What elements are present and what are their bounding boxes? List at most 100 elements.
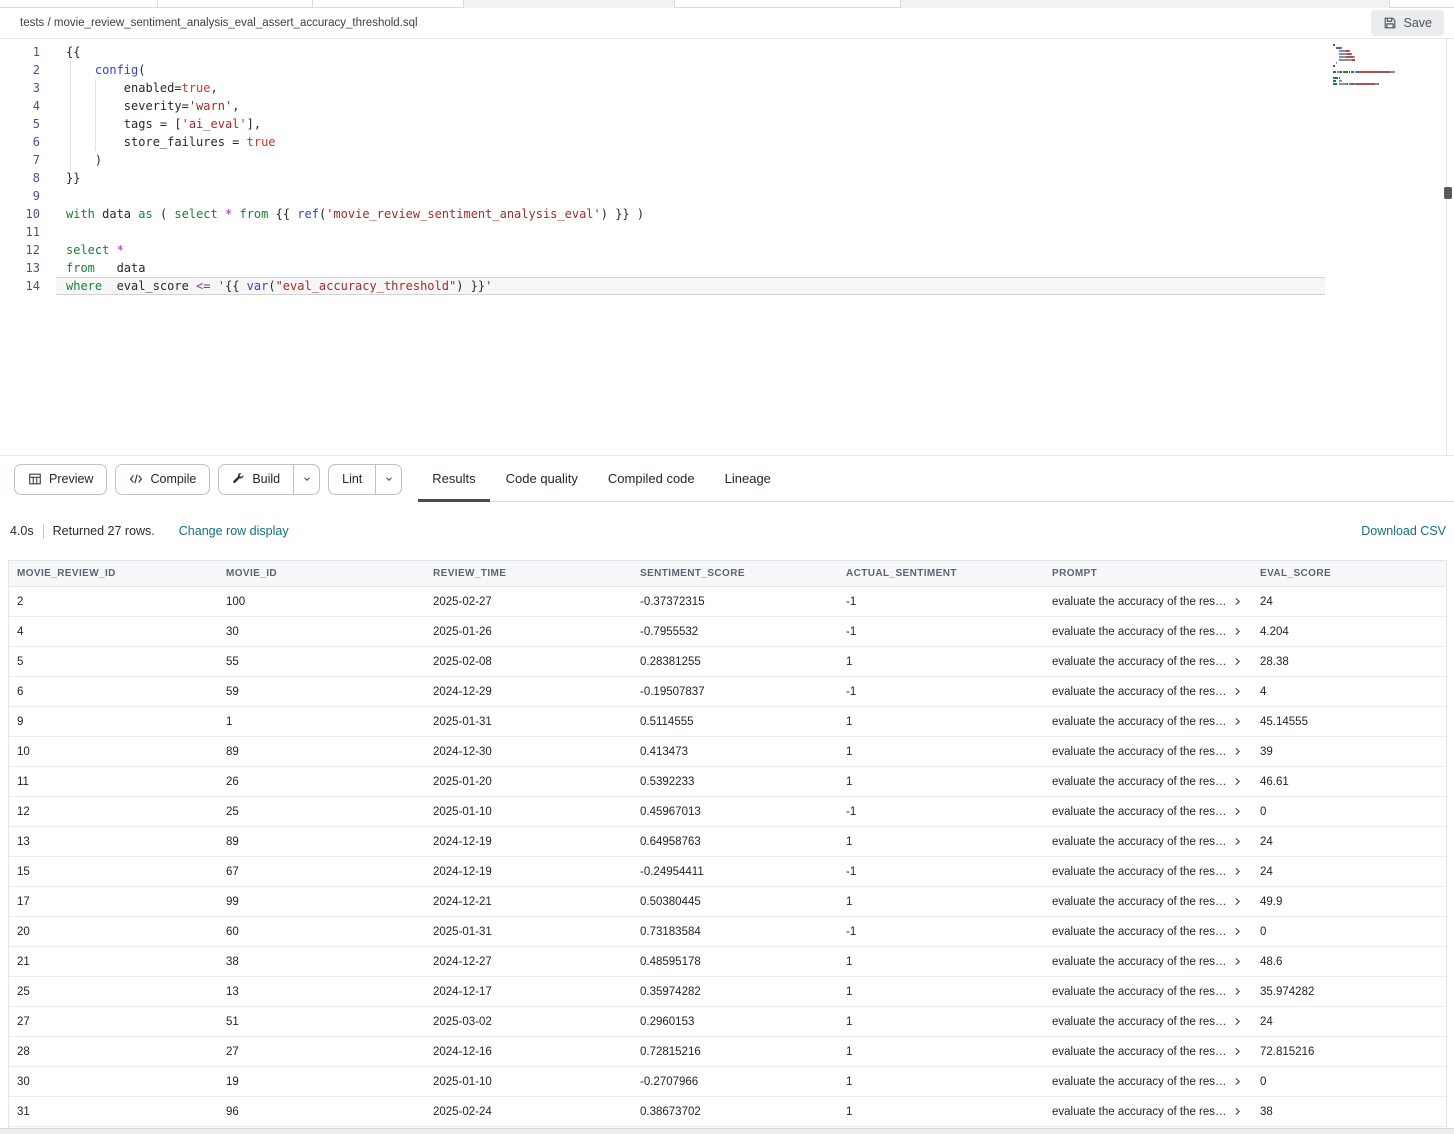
prompt-expand-icon[interactable] — [1233, 1047, 1242, 1056]
column-header-review-time: REVIEW_TIME — [425, 568, 632, 579]
prompt-preview-text: evaluate the accuracy of the res… — [1052, 1046, 1227, 1058]
build-dropdown-button[interactable] — [293, 465, 319, 494]
prompt-expand-icon[interactable] — [1233, 1077, 1242, 1086]
tab-code-quality[interactable]: Code quality — [492, 456, 592, 501]
code-line[interactable]: 11 — [0, 223, 1454, 241]
cell-eval-score: 4 — [1252, 686, 1447, 698]
minimap-line — [1333, 53, 1439, 55]
minimap-line — [1333, 71, 1439, 73]
cell-movie-id: 25 — [218, 806, 425, 818]
lint-dropdown-button[interactable] — [375, 465, 401, 494]
line-number: 2 — [0, 61, 40, 79]
prompt-expand-icon[interactable] — [1233, 897, 1242, 906]
code-text: severity='warn', — [40, 97, 239, 115]
cell-prompt: evaluate the accuracy of the res… — [1044, 1046, 1252, 1058]
line-number: 11 — [0, 223, 40, 241]
prompt-expand-icon[interactable] — [1233, 987, 1242, 996]
cell-prompt: evaluate the accuracy of the res… — [1044, 956, 1252, 968]
prompt-expand-icon[interactable] — [1233, 627, 1242, 636]
cell-movie-id: 30 — [218, 626, 425, 638]
prompt-expand-icon[interactable] — [1233, 597, 1242, 606]
prompt-preview-text: evaluate the accuracy of the res… — [1052, 986, 1227, 998]
cell-eval-score: 28.38 — [1252, 656, 1447, 668]
prompt-expand-icon[interactable] — [1233, 927, 1242, 936]
cell-review-time: 2025-01-26 — [425, 626, 632, 638]
cell-review-time: 2024-12-27 — [425, 956, 632, 968]
horizontal-scrollbar[interactable] — [0, 1128, 1454, 1134]
code-text: where eval_score <= '{{ var("eval_accura… — [40, 277, 492, 295]
prompt-expand-icon[interactable] — [1233, 777, 1242, 786]
editor-scrollbar-thumb[interactable] — [1444, 187, 1452, 199]
download-csv-link[interactable]: Download CSV — [1361, 524, 1446, 538]
change-row-display-link[interactable]: Change row display — [179, 524, 289, 538]
prompt-expand-icon[interactable] — [1233, 807, 1242, 816]
cell-prompt: evaluate the accuracy of the res… — [1044, 716, 1252, 728]
code-line[interactable]: 8}} — [0, 169, 1454, 187]
lint-label: Lint — [342, 472, 362, 486]
code-line[interactable]: 4 severity='warn', — [0, 97, 1454, 115]
column-header-sentiment-score: SENTIMENT_SCORE — [632, 568, 838, 579]
prompt-expand-icon[interactable] — [1233, 747, 1242, 756]
prompt-preview-text: evaluate the accuracy of the res… — [1052, 716, 1227, 728]
code-line[interactable]: 10with data as ( select * from {{ ref('m… — [0, 205, 1454, 223]
prompt-expand-icon[interactable] — [1233, 1017, 1242, 1026]
breadcrumb: tests / movie_review_sentiment_analysis_… — [20, 17, 418, 29]
prompt-expand-icon[interactable] — [1233, 657, 1242, 666]
editor-scrollbar[interactable] — [1446, 39, 1447, 455]
prompt-preview-text: evaluate the accuracy of the res… — [1052, 776, 1227, 788]
lint-button[interactable]: Lint — [329, 465, 375, 494]
cell-movie-id: 59 — [218, 686, 425, 698]
code-text: store_failures = true — [40, 133, 276, 151]
cell-eval-score: 49.9 — [1252, 896, 1447, 908]
prompt-expand-icon[interactable] — [1233, 867, 1242, 876]
cell-actual-sentiment: -1 — [838, 926, 1044, 938]
prompt-preview-text: evaluate the accuracy of the res… — [1052, 836, 1227, 848]
minimap-line — [1333, 59, 1439, 61]
table-row: 10892024-12-300.4134731evaluate the accu… — [9, 737, 1446, 767]
save-button[interactable]: Save — [1371, 10, 1445, 36]
code-text: select * — [40, 241, 124, 259]
code-line[interactable]: 5 tags = ['ai_eval'], — [0, 115, 1454, 133]
prompt-expand-icon[interactable] — [1233, 717, 1242, 726]
tab-compiled-code[interactable]: Compiled code — [594, 456, 709, 501]
code-line[interactable]: 6 store_failures = true — [0, 133, 1454, 151]
minimap-line — [1333, 65, 1439, 67]
code-line[interactable]: 3 enabled=true, — [0, 79, 1454, 97]
compile-button[interactable]: Compile — [116, 465, 209, 494]
cell-movie-review-id: 15 — [9, 866, 218, 878]
table-header-row: MOVIE_REVIEW_IDMOVIE_IDREVIEW_TIMESENTIM… — [9, 560, 1446, 587]
cell-eval-score: 45.14555 — [1252, 716, 1447, 728]
cell-movie-review-id: 13 — [9, 836, 218, 848]
code-line[interactable]: 2 config( — [0, 61, 1454, 79]
code-line[interactable]: 7 ) — [0, 151, 1454, 169]
tab-lineage[interactable]: Lineage — [711, 456, 785, 501]
line-number: 6 — [0, 133, 40, 151]
cell-actual-sentiment: 1 — [838, 1046, 1044, 1058]
code-line[interactable]: 13from data — [0, 259, 1454, 277]
line-number: 10 — [0, 205, 40, 223]
column-header-movie-review-id: MOVIE_REVIEW_ID — [9, 568, 218, 579]
cell-actual-sentiment: 1 — [838, 656, 1044, 668]
cell-movie-review-id: 30 — [9, 1076, 218, 1088]
prompt-expand-icon[interactable] — [1233, 957, 1242, 966]
code-line[interactable]: 14where eval_score <= '{{ var("eval_accu… — [0, 277, 1454, 295]
code-line[interactable]: 12select * — [0, 241, 1454, 259]
prompt-expand-icon[interactable] — [1233, 837, 1242, 846]
code-text: {{ — [40, 43, 80, 61]
code-line[interactable]: 9 — [0, 187, 1454, 205]
line-number: 1 — [0, 43, 40, 61]
prompt-expand-icon[interactable] — [1233, 1107, 1242, 1116]
preview-button[interactable]: Preview — [15, 465, 106, 494]
cell-actual-sentiment: 1 — [838, 836, 1044, 848]
tab-results[interactable]: Results — [418, 456, 489, 501]
code-line[interactable]: 1{{ — [0, 43, 1454, 61]
tab-strip-divider — [157, 0, 158, 8]
query-duration: 4.0s — [10, 524, 34, 538]
cell-movie-review-id: 5 — [9, 656, 218, 668]
minimap[interactable] — [1333, 44, 1439, 86]
prompt-expand-icon[interactable] — [1233, 687, 1242, 696]
cell-prompt: evaluate the accuracy of the res… — [1044, 1106, 1252, 1118]
code-editor[interactable]: 1{{2 config(3 enabled=true,4 severity='w… — [0, 39, 1454, 455]
table-row: 31962025-02-240.386737021evaluate the ac… — [9, 1097, 1446, 1127]
build-button[interactable]: Build — [219, 465, 293, 494]
